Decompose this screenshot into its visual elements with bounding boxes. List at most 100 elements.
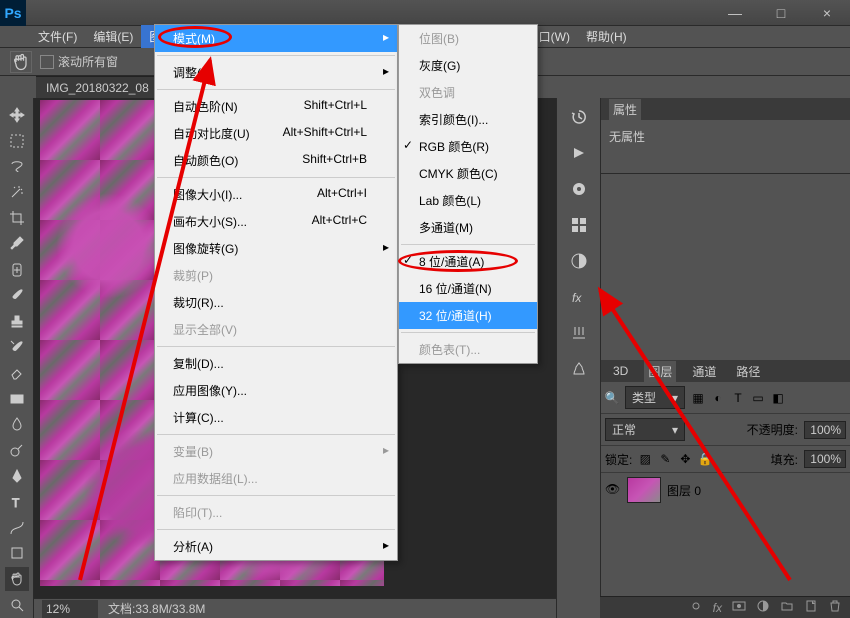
new-layer-icon[interactable] <box>804 599 818 616</box>
lock-paint-icon[interactable]: ✎ <box>658 452 672 466</box>
image-menu-dropdown: 模式(M)▸ 调整(J)▸ 自动色阶(N)Shift+Ctrl+L 自动对比度(… <box>154 24 398 561</box>
menu-mode[interactable]: 模式(M)▸ <box>155 25 397 52</box>
brushpresets-panel-icon[interactable] <box>566 358 592 380</box>
visibility-icon[interactable]: 👁 <box>605 482 621 498</box>
link-layers-icon[interactable] <box>689 599 703 616</box>
mode-grayscale[interactable]: 灰度(G) <box>399 52 537 79</box>
window-maximize[interactable]: □ <box>758 0 804 26</box>
marquee-tool-icon[interactable] <box>5 129 29 153</box>
scroll-all-checkbox[interactable] <box>40 55 54 69</box>
eraser-tool-icon[interactable] <box>5 361 29 385</box>
type-tool-icon[interactable]: T <box>5 490 29 514</box>
menu-adjustments[interactable]: 调整(J)▸ <box>155 59 397 86</box>
healing-tool-icon[interactable] <box>5 258 29 282</box>
dodge-tool-icon[interactable] <box>5 438 29 462</box>
layers-footer: fx <box>600 596 850 618</box>
lock-transparent-icon[interactable]: ▨ <box>638 452 652 466</box>
swatches-panel-icon[interactable] <box>566 214 592 236</box>
mode-rgb[interactable]: ✓RGB 颜色(R) <box>399 133 537 160</box>
menu-calculations[interactable]: 计算(C)... <box>155 404 397 431</box>
actions-panel-icon[interactable] <box>566 142 592 164</box>
fx-icon[interactable]: fx <box>713 601 722 615</box>
menu-file[interactable]: 文件(F) <box>30 25 85 48</box>
layer-name[interactable]: 图层 0 <box>667 482 701 499</box>
filter-smart-icon[interactable]: ◧ <box>771 391 785 405</box>
mode-indexed[interactable]: 索引颜色(I)... <box>399 106 537 133</box>
mode-32bit[interactable]: 32 位/通道(H) <box>399 302 537 329</box>
blend-mode-dropdown[interactable]: 正常▾ <box>605 418 685 441</box>
tab-paths[interactable]: 路径 <box>732 361 764 382</box>
menu-image-size[interactable]: 图像大小(I)...Alt+Ctrl+I <box>155 181 397 208</box>
mode-duotone: 双色调 <box>399 79 537 106</box>
menu-analysis[interactable]: 分析(A)▸ <box>155 533 397 560</box>
menu-dataset: 应用数据组(L)... <box>155 465 397 492</box>
mode-8bit[interactable]: ✓8 位/通道(A) <box>399 248 537 275</box>
brush-tool-icon[interactable] <box>5 284 29 308</box>
lock-label: 锁定: <box>605 451 632 468</box>
adjustments-panel-icon[interactable] <box>566 250 592 272</box>
wand-tool-icon[interactable] <box>5 180 29 204</box>
menu-auto-color[interactable]: 自动颜色(O)Shift+Ctrl+B <box>155 147 397 174</box>
mode-colortable: 颜色表(T)... <box>399 336 537 363</box>
menu-help[interactable]: 帮助(H) <box>578 25 635 48</box>
blur-tool-icon[interactable] <box>5 413 29 437</box>
path-tool-icon[interactable] <box>5 516 29 540</box>
lock-position-icon[interactable]: ✥ <box>678 452 692 466</box>
mode-lab[interactable]: Lab 颜色(L) <box>399 187 537 214</box>
history-panel-icon[interactable] <box>566 106 592 128</box>
menu-duplicate[interactable]: 复制(D)... <box>155 350 397 377</box>
shape-tool-icon[interactable] <box>5 542 29 566</box>
menu-auto-contrast[interactable]: 自动对比度(U)Alt+Shift+Ctrl+L <box>155 120 397 147</box>
hand-tool-preset-icon[interactable] <box>10 51 32 73</box>
eyedropper-tool-icon[interactable] <box>5 232 29 256</box>
filter-pixel-icon[interactable]: ▦ <box>691 391 705 405</box>
menu-edit[interactable]: 编辑(E) <box>85 25 141 48</box>
move-tool-icon[interactable] <box>5 103 29 127</box>
mode-bitmap: 位图(B) <box>399 25 537 52</box>
filter-icon[interactable]: 🔍 <box>605 391 619 405</box>
styles-panel-icon[interactable]: fx <box>566 286 592 308</box>
crop-tool-icon[interactable] <box>5 206 29 230</box>
lock-all-icon[interactable]: 🔒 <box>698 452 712 466</box>
app-logo: Ps <box>0 0 26 26</box>
opacity-field[interactable]: 100% <box>804 421 846 439</box>
gradient-tool-icon[interactable] <box>5 387 29 411</box>
menu-canvas-size[interactable]: 画布大小(S)...Alt+Ctrl+C <box>155 208 397 235</box>
group-icon[interactable] <box>780 599 794 616</box>
filter-shape-icon[interactable]: ▭ <box>751 391 765 405</box>
filter-adjust-icon[interactable]: ◐ <box>711 391 725 405</box>
history-brush-tool-icon[interactable] <box>5 335 29 359</box>
filter-type-icon[interactable]: T <box>731 391 745 405</box>
tab-layers[interactable]: 图层 <box>644 361 676 382</box>
mode-cmyk[interactable]: CMYK 颜色(C) <box>399 160 537 187</box>
document-tab[interactable]: IMG_20180322_08 <box>36 76 159 98</box>
tab-3d[interactable]: 3D <box>609 362 632 380</box>
window-close[interactable]: × <box>804 0 850 26</box>
brushes-panel-icon[interactable] <box>566 322 592 344</box>
tab-channels[interactable]: 通道 <box>688 361 720 382</box>
fill-label: 填充: <box>771 451 798 468</box>
menu-auto-tone[interactable]: 自动色阶(N)Shift+Ctrl+L <box>155 93 397 120</box>
delete-icon[interactable] <box>828 599 842 616</box>
mode-multichannel[interactable]: 多通道(M) <box>399 214 537 241</box>
color-panel-icon[interactable] <box>566 178 592 200</box>
mode-16bit[interactable]: 16 位/通道(N) <box>399 275 537 302</box>
layer-thumbnail[interactable] <box>627 477 661 503</box>
svg-text:T: T <box>12 496 20 510</box>
zoom-tool-icon[interactable] <box>5 593 29 617</box>
layer-filter-dropdown[interactable]: 类型▾ <box>625 386 685 409</box>
window-minimize[interactable]: — <box>712 0 758 26</box>
zoom-field[interactable]: 12% <box>42 600 98 618</box>
mask-icon[interactable] <box>732 599 746 616</box>
menu-rotation[interactable]: 图像旋转(G)▸ <box>155 235 397 262</box>
menu-trim[interactable]: 裁切(R)... <box>155 289 397 316</box>
hand-tool-icon[interactable] <box>5 567 29 591</box>
pen-tool-icon[interactable] <box>5 464 29 488</box>
lasso-tool-icon[interactable] <box>5 155 29 179</box>
layer-row[interactable]: 👁 图层 0 <box>601 473 850 507</box>
fill-field[interactable]: 100% <box>804 450 846 468</box>
stamp-tool-icon[interactable] <box>5 309 29 333</box>
adjustment-layer-icon[interactable] <box>756 599 770 616</box>
menu-apply-image[interactable]: 应用图像(Y)... <box>155 377 397 404</box>
properties-tab[interactable]: 属性 <box>609 99 641 120</box>
